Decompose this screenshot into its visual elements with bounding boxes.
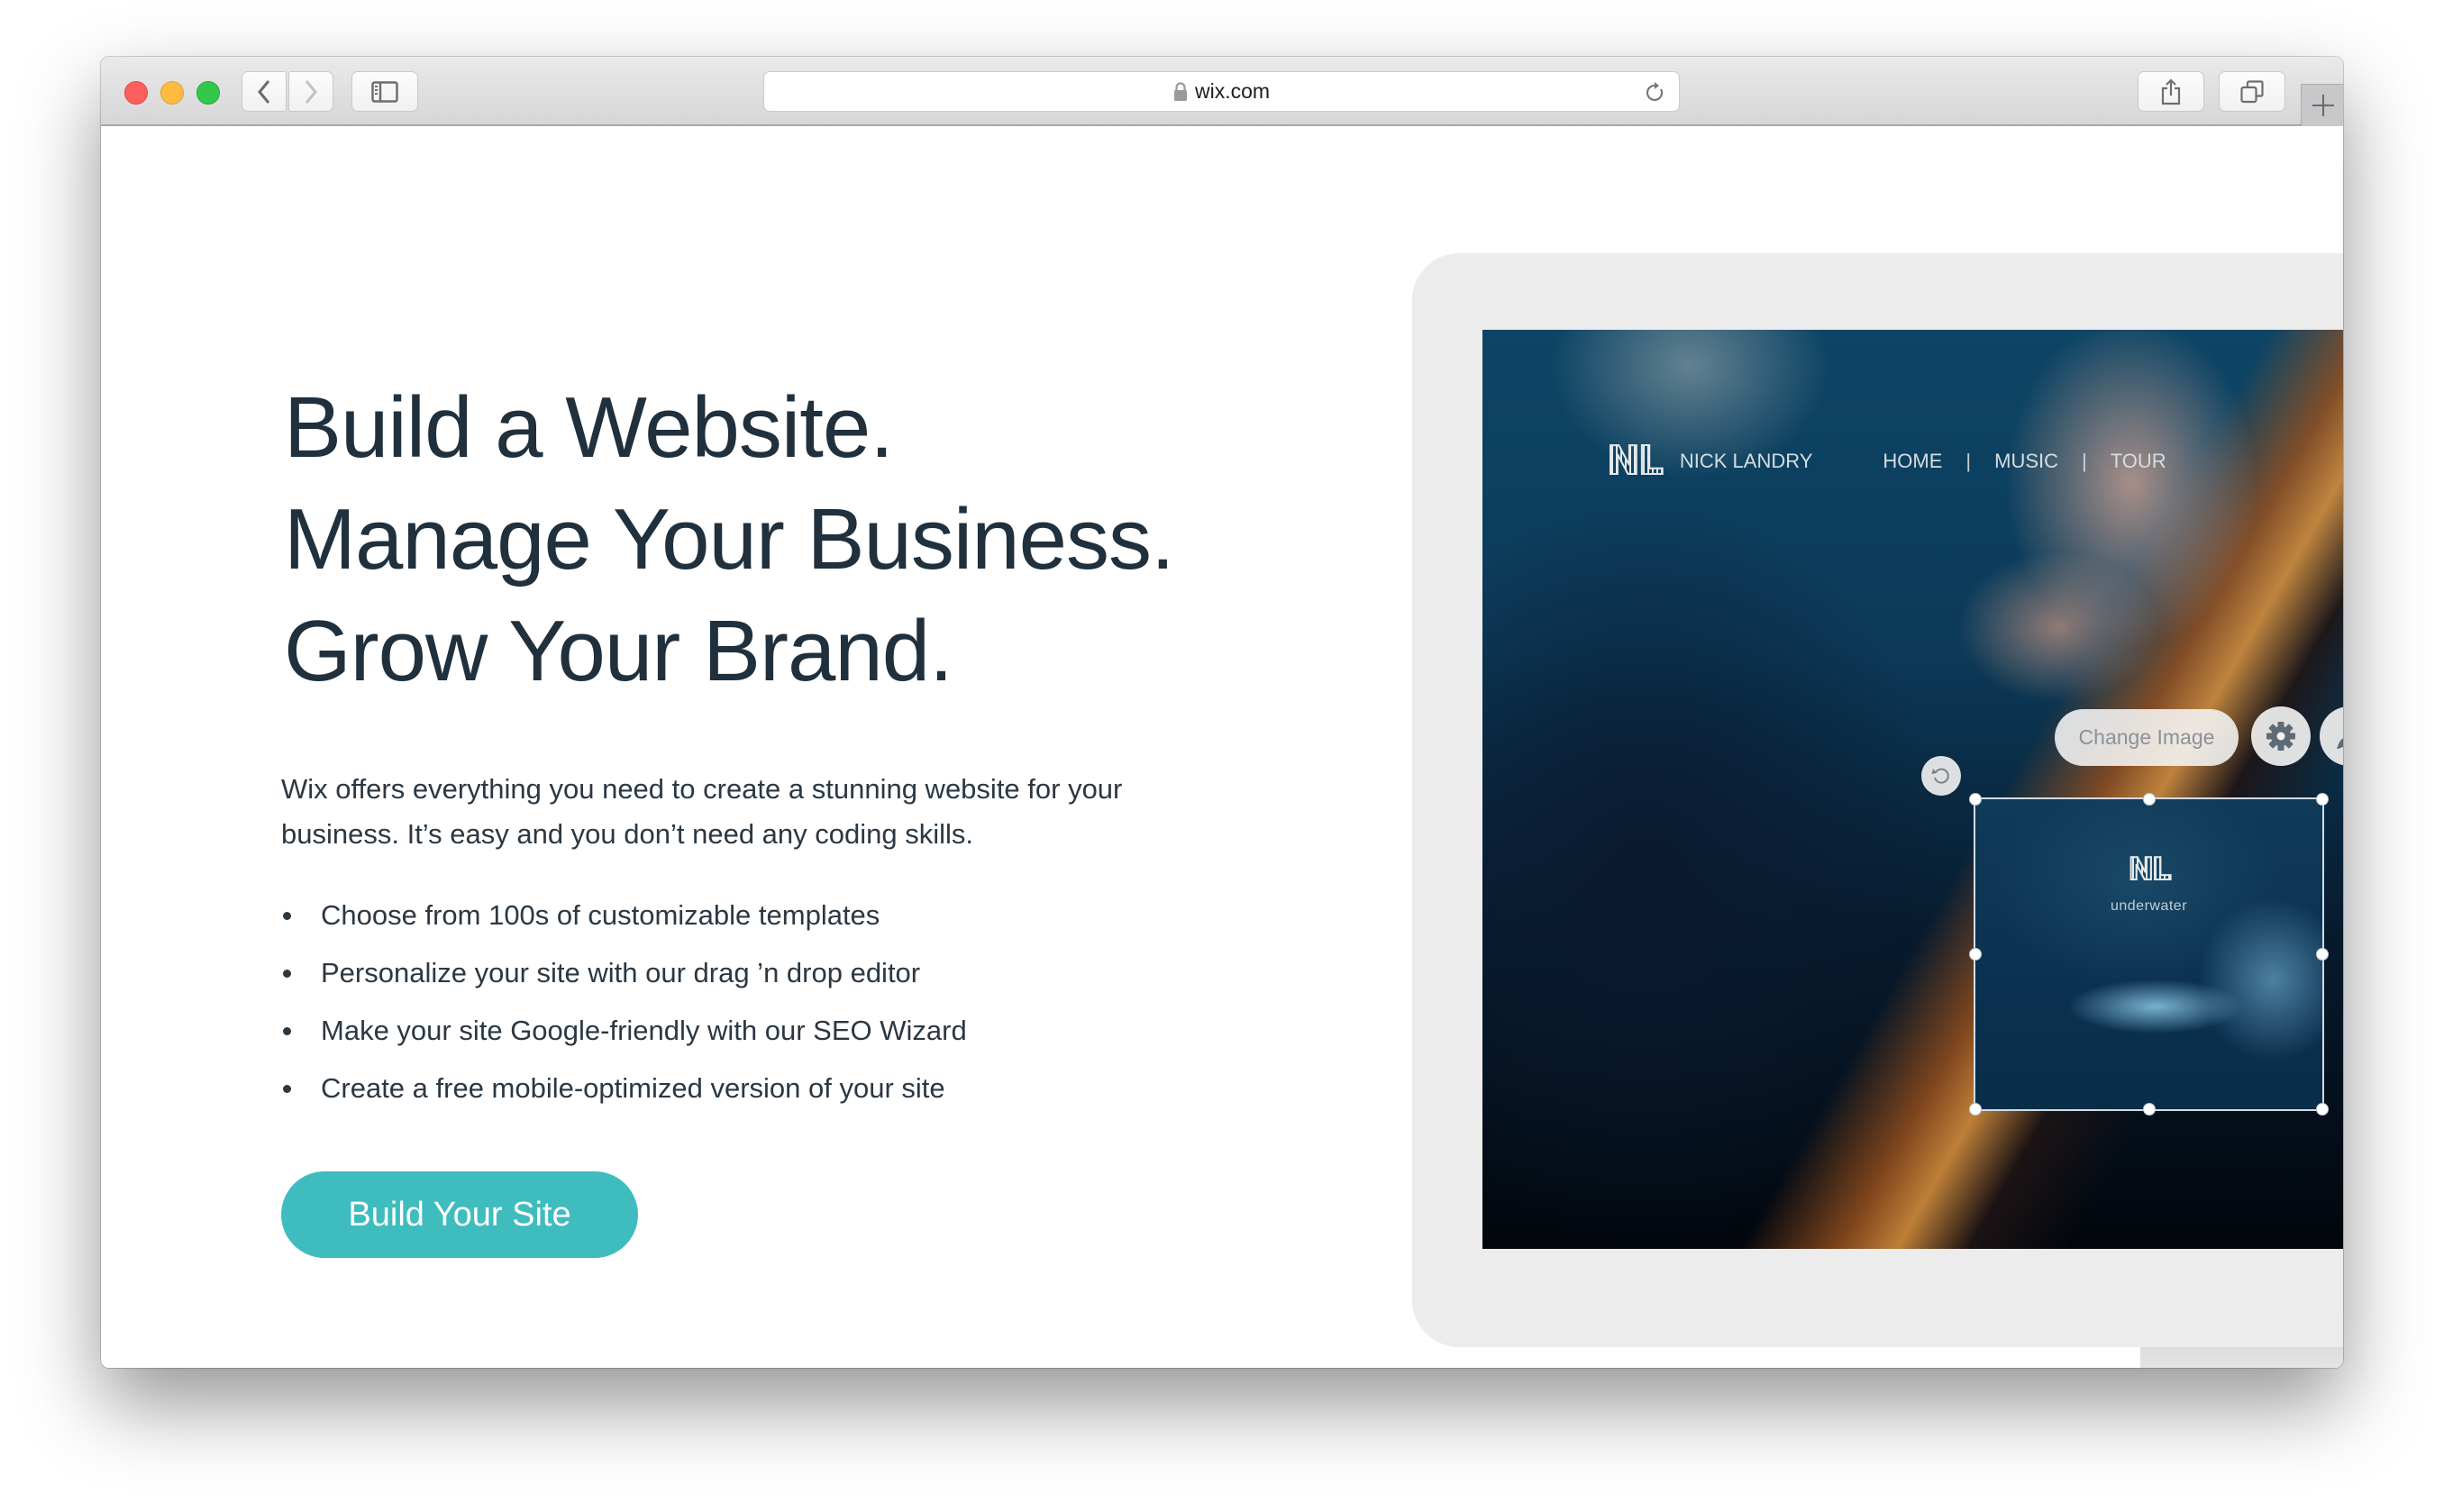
resize-handle-left[interactable]	[1969, 948, 1982, 961]
feature-item: Make your site Google-friendly with our …	[281, 1002, 967, 1060]
url-text: wix.com	[1194, 79, 1271, 103]
lock-icon	[1173, 81, 1187, 101]
back-button[interactable]	[242, 71, 287, 112]
selected-image-element[interactable]: NL underwater	[1969, 793, 2329, 1116]
share-button[interactable]	[2138, 71, 2204, 112]
resize-handle-bottom-left[interactable]	[1969, 1103, 1982, 1116]
feature-item: Personalize your site with our drag ’n d…	[281, 944, 967, 1002]
feature-text: Create a free mobile-optimized version o…	[321, 1072, 945, 1104]
menu-separator: |	[2082, 449, 2087, 472]
feature-text: Choose from 100s of customizable templat…	[321, 899, 880, 931]
settings-button[interactable]	[2251, 706, 2311, 766]
site-menu-item-tour[interactable]: TOUR	[2111, 450, 2166, 473]
rotate-handle[interactable]	[1921, 756, 1961, 796]
share-icon	[2161, 77, 2181, 105]
site-menu-item-music[interactable]: MUSIC	[1994, 450, 2058, 473]
preview-site-header: NL NICK LANDRY HOME | MUSIC | TOUR	[1606, 437, 2166, 485]
resize-handle-top-left[interactable]	[1969, 793, 1982, 806]
site-menu: HOME | MUSIC | TOUR	[1883, 450, 2166, 473]
hero-headline: Build a Website. Manage Your Business. G…	[284, 372, 1175, 707]
reload-icon[interactable]	[1645, 81, 1666, 105]
bullet	[283, 912, 291, 920]
tab-overview-button[interactable]	[2219, 71, 2285, 112]
bullet	[283, 970, 291, 978]
build-your-site-button[interactable]: Build Your Site	[281, 1171, 638, 1258]
paintbrush-icon	[2337, 738, 2343, 749]
resize-handle-top[interactable]	[2142, 793, 2156, 806]
editor-preview-screen: NL NICK LANDRY HOME | MUSIC | TOUR Chang…	[1482, 330, 2343, 1249]
new-tab-button[interactable]	[2301, 84, 2343, 126]
feature-item: Choose from 100s of customizable templat…	[281, 887, 967, 944]
resize-handle-top-right[interactable]	[2316, 793, 2329, 806]
feature-item: Create a free mobile-optimized version o…	[281, 1060, 967, 1117]
resize-handle-bottom-right[interactable]	[2316, 1103, 2329, 1116]
device-stand	[2140, 1347, 2343, 1368]
minimize-window-button[interactable]	[160, 81, 184, 105]
site-menu-item-home[interactable]: HOME	[1883, 450, 1942, 473]
rotate-icon	[1931, 768, 1949, 784]
change-image-button[interactable]: Change Image	[2055, 709, 2239, 766]
chevron-right-icon	[305, 79, 317, 104]
browser-toolbar: wix.com	[101, 57, 2343, 126]
album-logo: NL	[2127, 851, 2172, 888]
address-bar[interactable]: wix.com	[763, 71, 1680, 112]
plus-icon	[2312, 95, 2334, 116]
feature-list: Choose from 100s of customizable templat…	[281, 887, 967, 1117]
maximize-window-button[interactable]	[196, 81, 220, 105]
tabs-overview-icon	[2240, 79, 2264, 103]
headline-line: Build a Website.	[284, 379, 894, 476]
bullet	[283, 1085, 291, 1093]
menu-separator: |	[1965, 449, 1972, 472]
sidebar-toggle-button[interactable]	[351, 71, 418, 112]
chevron-left-icon	[258, 79, 270, 104]
page-content: Build a Website. Manage Your Business. G…	[101, 126, 2343, 1368]
site-logo: NL	[1606, 437, 1664, 485]
resize-handle-right[interactable]	[2316, 948, 2329, 961]
gear-icon	[2266, 722, 2295, 751]
sidebar-icon	[371, 80, 398, 103]
site-name: NICK LANDRY	[1679, 449, 1813, 472]
album-caption: underwater	[2110, 898, 2188, 914]
headline-line: Grow Your Brand.	[284, 603, 953, 699]
feature-text: Make your site Google-friendly with our …	[321, 1015, 967, 1046]
browser-window: wix.com Build a Website. Manage Your Bus…	[101, 57, 2343, 1368]
bullet	[283, 1027, 291, 1035]
resize-handle-bottom[interactable]	[2142, 1103, 2156, 1116]
feature-text: Personalize your site with our drag ’n d…	[321, 957, 921, 988]
close-window-button[interactable]	[124, 81, 148, 105]
design-button[interactable]	[2320, 706, 2343, 766]
headline-line: Manage Your Business.	[284, 491, 1175, 587]
forward-button[interactable]	[288, 71, 333, 112]
hero-intro: Wix offers everything you need to create…	[281, 773, 1123, 850]
